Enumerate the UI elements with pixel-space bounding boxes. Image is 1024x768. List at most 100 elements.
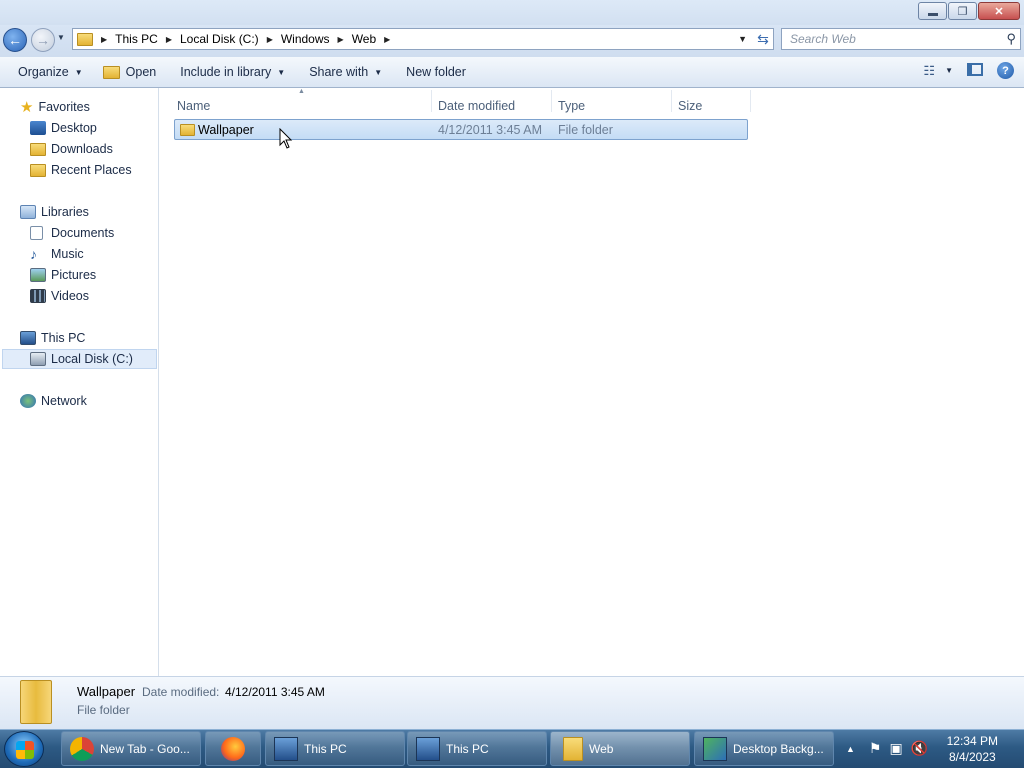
column-divider[interactable] [750, 90, 751, 112]
window-controls: ❐ ✕ [918, 2, 1020, 20]
libraries-icon [20, 205, 36, 219]
breadcrumb-windows[interactable]: Windows [281, 32, 330, 46]
minimize-icon [927, 12, 938, 16]
volume-muted-icon[interactable]: 🔇 [911, 740, 928, 757]
clock-time: 12:34 PM [946, 734, 998, 748]
nav-recent-places[interactable]: Recent Places [30, 160, 132, 180]
clock[interactable]: 12:34 PM 8/4/2023 [947, 733, 998, 765]
nav-videos-label: Videos [51, 289, 89, 303]
nav-favorites-label: Favorites [38, 100, 90, 114]
details-name: Wallpaper [77, 684, 136, 699]
folder-icon [563, 737, 583, 761]
taskbar-chrome[interactable]: New Tab - Goo... [61, 731, 201, 766]
nav-this-pc-label: This PC [41, 331, 86, 345]
column-header-type[interactable]: Type [558, 99, 585, 113]
taskbar-desktop-background[interactable]: Desktop Backg... [694, 731, 834, 766]
windows-logo-icon [16, 741, 34, 759]
nav-favorites[interactable]: ★ Favorites [20, 97, 90, 117]
breadcrumb-local-disk[interactable]: Local Disk (C:) [180, 32, 259, 46]
change-view-button[interactable]: ☷ ▼ [923, 63, 953, 79]
help-icon: ? [997, 62, 1014, 79]
nav-music[interactable]: ♪ Music [30, 244, 84, 264]
search-icon[interactable]: ⚲ [1006, 31, 1016, 47]
nav-pictures[interactable]: Pictures [30, 265, 96, 285]
command-bar: Organize ▼ Open Include in library ▼ Share… [0, 57, 1024, 88]
action-center-icon[interactable]: ⚑ [869, 740, 882, 757]
breadcrumb-this-pc[interactable]: This PC [115, 32, 158, 46]
nav-documents[interactable]: Documents [30, 223, 114, 243]
search-placeholder: Search Web [790, 32, 856, 46]
chevron-down-icon: ▼ [277, 67, 286, 77]
videos-icon [30, 289, 46, 303]
search-input[interactable]: Search Web ⚲ [781, 28, 1021, 50]
taskbar-web[interactable]: Web [550, 731, 690, 766]
share-with-button[interactable]: Share with ▼ [302, 60, 389, 84]
column-header-date[interactable]: Date modified [438, 99, 515, 113]
column-divider[interactable] [431, 90, 432, 112]
chevron-right-icon[interactable]: ▶ [267, 35, 273, 44]
chevron-down-icon: ▼ [74, 67, 83, 77]
nav-pictures-label: Pictures [51, 268, 97, 282]
chevron-right-icon[interactable]: ▶ [338, 35, 344, 44]
taskbar-firefox[interactable] [205, 731, 261, 766]
breadcrumb-web[interactable]: Web [352, 32, 376, 46]
column-divider[interactable] [551, 90, 552, 112]
column-header-size[interactable]: Size [678, 99, 702, 113]
organize-button[interactable]: Organize ▼ [11, 60, 90, 84]
folder-icon [77, 32, 93, 46]
back-button[interactable]: ← [3, 28, 27, 52]
nav-videos[interactable]: Videos [30, 286, 89, 306]
column-divider[interactable] [671, 90, 672, 112]
close-button[interactable]: ✕ [978, 2, 1020, 20]
desktop-background-icon [703, 737, 727, 761]
taskbar-this-pc-2[interactable]: This PC [407, 731, 547, 766]
music-icon: ♪ [30, 246, 37, 262]
pictures-icon [30, 268, 46, 282]
table-row[interactable]: Wallpaper 4/12/2011 3:45 AM File folder [174, 119, 748, 140]
nav-libraries-label: Libraries [41, 205, 89, 219]
chevron-down-icon: ▼ [374, 67, 383, 77]
close-icon: ✕ [994, 5, 1004, 18]
mouse-cursor-icon [279, 128, 293, 149]
show-hidden-icons-button[interactable]: ▲ [846, 744, 855, 754]
network-tray-icon[interactable]: ▣ [889, 740, 902, 757]
start-button[interactable] [4, 731, 44, 767]
address-dropdown-icon[interactable]: ▼ [738, 34, 747, 44]
nav-downloads[interactable]: Downloads [30, 139, 113, 159]
nav-libraries[interactable]: Libraries [20, 202, 89, 222]
nav-network[interactable]: Network [20, 391, 87, 411]
include-in-library-button[interactable]: Include in library ▼ [173, 60, 292, 84]
minimize-button[interactable] [918, 2, 947, 20]
forward-button[interactable]: → [31, 28, 55, 52]
view-controls: ☷ ▼ ? [923, 62, 1014, 79]
network-icon [20, 394, 36, 408]
nav-desktop[interactable]: Desktop [30, 118, 97, 138]
taskbar-this-pc-1[interactable]: This PC [265, 731, 405, 766]
history-dropdown[interactable]: ▼ [57, 33, 65, 42]
details-date-label: Date modified: [142, 685, 220, 699]
new-folder-button[interactable]: New folder [399, 60, 473, 84]
large-folder-icon [20, 680, 52, 724]
preview-pane-button[interactable] [967, 62, 983, 79]
star-icon: ★ [20, 99, 34, 116]
nav-local-disk[interactable]: Local Disk (C:) [2, 349, 157, 369]
refresh-button[interactable]: ⇆ [752, 28, 774, 50]
details-date: 4/12/2011 3:45 AM [225, 685, 325, 699]
chevron-right-icon[interactable]: ▶ [384, 35, 390, 44]
chrome-icon [70, 737, 94, 761]
computer-icon [20, 331, 36, 345]
nav-local-disk-label: Local Disk (C:) [51, 352, 133, 366]
nav-this-pc[interactable]: This PC [20, 328, 85, 348]
desktop-icon [30, 121, 46, 135]
restore-button[interactable]: ❐ [948, 2, 977, 20]
chevron-right-icon[interactable]: ▶ [166, 35, 172, 44]
open-button[interactable]: Open [96, 60, 164, 84]
share-label: Share with [309, 65, 369, 79]
address-bar[interactable]: ▶ This PC ▶ Local Disk (C:) ▶ Windows ▶ … [72, 28, 774, 50]
taskbar-this-pc-2-label: This PC [446, 741, 489, 756]
new-folder-label: New folder [406, 65, 466, 79]
nav-downloads-label: Downloads [51, 142, 113, 156]
sort-ascending-icon: ▲ [298, 88, 305, 95]
help-button[interactable]: ? [997, 62, 1014, 79]
column-header-name[interactable]: Name [177, 99, 210, 113]
